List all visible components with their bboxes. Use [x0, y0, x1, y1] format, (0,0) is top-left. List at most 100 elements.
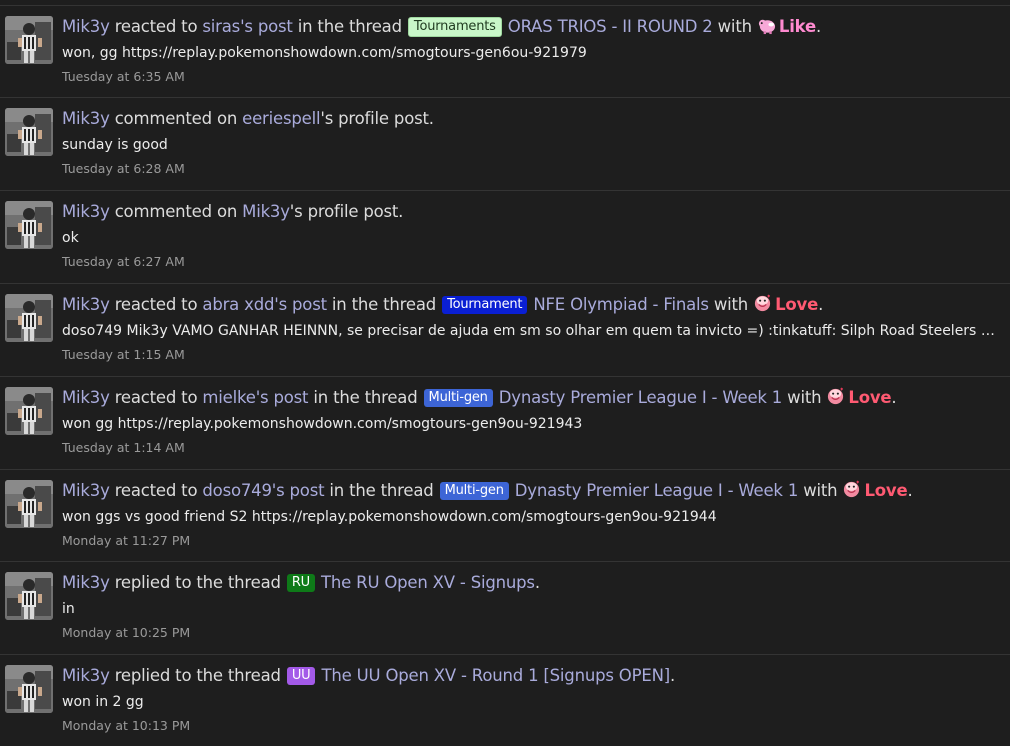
reaction-label: Love	[775, 295, 819, 314]
profile-post-text: 's profile post.	[289, 202, 404, 221]
period: .	[818, 295, 824, 314]
username-link[interactable]: Mik3y	[62, 666, 110, 685]
thread-title-link[interactable]: ORAS TRIOS - II ROUND 2	[508, 17, 713, 36]
thread-prefix-badge[interactable]: Tournaments	[407, 17, 502, 37]
profile-owner-link[interactable]: Mik3y	[242, 202, 290, 221]
entry-timestamp[interactable]: Monday at 10:25 PM	[62, 624, 190, 642]
thread-prefix-badge[interactable]: UU	[286, 667, 316, 685]
entry-timestamp[interactable]: Monday at 11:27 PM	[62, 532, 190, 550]
reaction-label: Like	[778, 17, 816, 36]
entry-timestamp[interactable]: Tuesday at 1:15 AM	[62, 346, 185, 364]
reaction-love: Love	[826, 387, 892, 407]
username-link[interactable]: Mik3y	[62, 109, 110, 128]
user-avatar[interactable]	[5, 665, 53, 713]
entry-snippet: won, gg https://replay.pokemonshowdown.c…	[62, 45, 587, 61]
post-link[interactable]: siras's post	[202, 17, 292, 36]
entry-snippet: ok	[62, 230, 79, 246]
post-link[interactable]: abra xdd's post	[202, 295, 327, 314]
reaction-label: Love	[848, 388, 892, 407]
love-reaction-icon	[842, 480, 861, 499]
feed-entry: Mik3y commented on eeriespell's profile …	[0, 97, 1010, 189]
thread-title-link[interactable]: NFE Olympiad - Finals	[533, 295, 709, 314]
username-link[interactable]: Mik3y	[62, 573, 110, 592]
username-link[interactable]: Mik3y	[62, 388, 110, 407]
period: .	[534, 573, 540, 592]
entry-summary: Mik3y reacted to siras's post in the thr…	[62, 15, 1002, 39]
thread-text: in the thread	[313, 388, 418, 407]
entry-summary: Mik3y commented on eeriespell's profile …	[62, 107, 1002, 131]
love-reaction-icon	[753, 294, 772, 313]
profile-post-text: 's profile post.	[320, 109, 434, 128]
action-text: reacted to	[114, 17, 198, 36]
entry-snippet: won gg https://replay.pokemonshowdown.co…	[62, 416, 583, 432]
feed-entry: Mik3y reacted to abra xdd's post in the …	[0, 283, 1010, 375]
period: .	[891, 388, 897, 407]
user-avatar[interactable]	[5, 16, 53, 64]
like-reaction-icon	[757, 16, 776, 35]
reaction-label: Love	[864, 481, 908, 500]
entry-summary: Mik3y reacted to doso749's post in the t…	[62, 479, 1002, 503]
feed-entry: Mik3y reacted to siras's post in the thr…	[0, 5, 1010, 97]
thread-prefix-badge[interactable]: Tournament	[442, 296, 528, 314]
period: .	[816, 17, 822, 36]
feed-entry: Mik3y commented on Mik3y's profile post.…	[0, 190, 1010, 282]
user-avatar[interactable]	[5, 480, 53, 528]
thread-text: in the thread	[329, 481, 434, 500]
entry-timestamp[interactable]: Tuesday at 6:28 AM	[62, 160, 185, 178]
entry-timestamp[interactable]: Tuesday at 6:35 AM	[62, 68, 185, 86]
action-text: commented on	[114, 109, 238, 128]
feed-entry: Mik3y reacted to mielke's post in the th…	[0, 376, 1010, 468]
reaction-like: Like	[757, 17, 816, 36]
post-link[interactable]: doso749's post	[202, 481, 324, 500]
action-text: replied to the thread	[114, 666, 281, 685]
action-text: commented on	[114, 202, 238, 221]
entry-summary: Mik3y replied to the thread RU The RU Op…	[62, 571, 1002, 595]
reaction-love: Love	[753, 295, 818, 314]
feed-entry: Mik3y replied to the thread RU The RU Op…	[0, 561, 1010, 653]
entry-snippet: won in 2 gg	[62, 694, 144, 710]
love-reaction-icon	[826, 387, 845, 406]
entry-snippet: won ggs vs good friend S2 https://replay…	[62, 509, 717, 525]
entry-snippet: doso749 Mik3y VAMO GANHAR HEINNN, se pre…	[62, 323, 1000, 339]
entry-timestamp[interactable]: Monday at 10:13 PM	[62, 717, 190, 735]
activity-feed: Mik3y reacted to siras's post in the thr…	[0, 0, 1010, 746]
feed-entry: Mik3y reacted to doso749's post in the t…	[0, 469, 1010, 561]
user-avatar[interactable]	[5, 387, 53, 435]
thread-prefix-badge[interactable]: Multi-gen	[423, 389, 493, 407]
entry-timestamp[interactable]: Tuesday at 1:14 AM	[62, 439, 185, 457]
action-text: replied to the thread	[114, 573, 281, 592]
profile-owner-link[interactable]: eeriespell	[242, 109, 320, 128]
thread-title-link[interactable]: Dynasty Premier League I - Week 1	[499, 388, 783, 407]
action-text: reacted to	[114, 388, 198, 407]
username-link[interactable]: Mik3y	[62, 295, 110, 314]
with-text: with	[717, 17, 752, 36]
entry-summary: Mik3y replied to the thread UU The UU Op…	[62, 664, 1002, 688]
username-link[interactable]: Mik3y	[62, 17, 110, 36]
entry-summary: Mik3y commented on Mik3y's profile post.	[62, 200, 1002, 224]
thread-text: in the thread	[297, 17, 402, 36]
entry-snippet: in	[62, 601, 75, 617]
thread-prefix-badge[interactable]: RU	[286, 574, 315, 592]
username-link[interactable]: Mik3y	[62, 481, 110, 500]
user-avatar[interactable]	[5, 572, 53, 620]
period: .	[907, 481, 913, 500]
user-avatar[interactable]	[5, 294, 53, 342]
action-text: reacted to	[114, 295, 198, 314]
entry-summary: Mik3y reacted to abra xdd's post in the …	[62, 293, 1002, 317]
thread-title-link[interactable]: Dynasty Premier League I - Week 1	[515, 481, 799, 500]
entry-snippet: sunday is good	[62, 137, 168, 153]
entry-summary: Mik3y reacted to mielke's post in the th…	[62, 386, 1002, 410]
thread-prefix-badge[interactable]: Multi-gen	[439, 482, 509, 500]
entry-timestamp[interactable]: Tuesday at 6:27 AM	[62, 253, 185, 271]
action-text: reacted to	[114, 481, 198, 500]
reaction-love: Love	[842, 480, 908, 500]
user-avatar[interactable]	[5, 108, 53, 156]
post-link[interactable]: mielke's post	[202, 388, 308, 407]
with-text: with	[787, 388, 822, 407]
user-avatar[interactable]	[5, 201, 53, 249]
feed-entry: Mik3y replied to the thread UU The UU Op…	[0, 654, 1010, 746]
thread-title-link[interactable]: The UU Open XV - Round 1 [Signups OPEN]	[322, 666, 671, 685]
username-link[interactable]: Mik3y	[62, 202, 110, 221]
thread-title-link[interactable]: The RU Open XV - Signups	[321, 573, 535, 592]
period: .	[669, 666, 675, 685]
